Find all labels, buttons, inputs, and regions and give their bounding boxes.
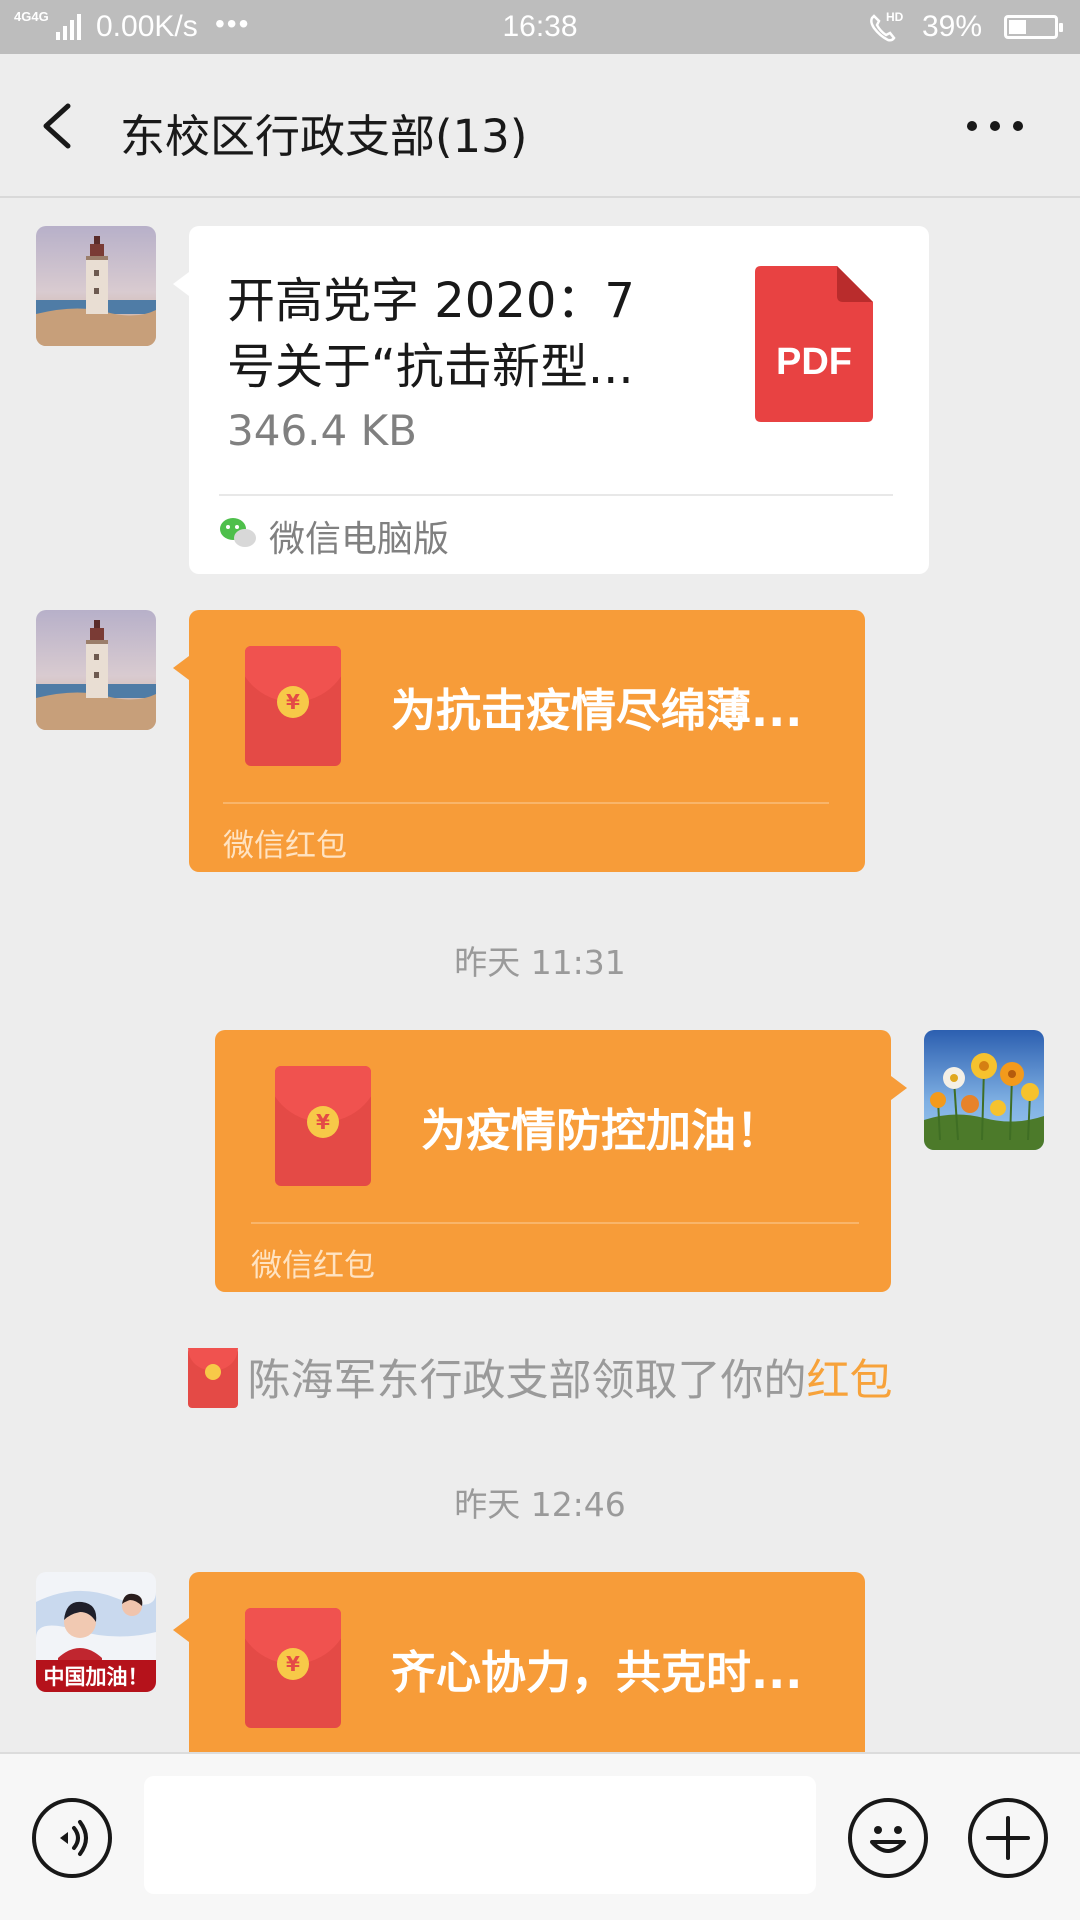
pdf-icon: PDF [755, 266, 873, 422]
svg-text:PDF: PDF [776, 341, 852, 383]
red-packet-icon: ¥ [275, 1066, 371, 1186]
hd-call-icon: HD [870, 10, 904, 42]
lighthouse-avatar-image [36, 226, 156, 346]
flowers-avatar-image [924, 1030, 1044, 1150]
chat-title: 东校区行政支部(13) [120, 110, 528, 163]
red-packet-icon: ¥ [245, 1608, 341, 1728]
notification-dots: ••• [215, 8, 251, 39]
file-size: 346.4 KB [227, 406, 417, 455]
input-bar [0, 1752, 1080, 1920]
file-source: 微信电脑版 [269, 519, 450, 560]
sender-avatar[interactable]: 中国加油！ [36, 1572, 156, 1692]
file-name: 开高党字 2020：7 号关于“抗击新型... [227, 273, 635, 395]
file-message-bubble[interactable]: 开高党字 2020：7 号关于“抗击新型... 346.4 KB PDF 微信电… [173, 226, 929, 574]
red-packet-label: 微信红包 [223, 828, 347, 864]
red-packet-bubble[interactable]: ¥ 为疫情防控加油！ 微信红包 [215, 1030, 907, 1292]
more-button[interactable] [960, 106, 1030, 146]
red-packet-link[interactable]: 红包 [807, 1356, 893, 1406]
chat-header: 东校区行政支部(13) [0, 54, 1080, 198]
red-packet-icon [187, 1347, 238, 1408]
battery-fill [1009, 20, 1026, 34]
red-packet-title: 为疫情防控加油！ [421, 1104, 782, 1157]
sender-avatar[interactable] [36, 226, 156, 346]
emoji-icon [870, 1826, 906, 1853]
red-packet-title: 为抗击疫情尽绵薄... [391, 684, 803, 737]
network-speed: 0.00K/s [96, 10, 198, 43]
status-bar: 4G4G 0.00K/s ••• 16:38 HD 39% [0, 0, 1080, 54]
system-message: 陈海军东行政支部领取了你的红包 [0, 1346, 1080, 1414]
signal-icon [56, 14, 81, 40]
red-packet-bubble[interactable]: ¥ 为抗击疫情尽绵薄... 微信红包 [173, 610, 865, 872]
china-jiayou-avatar-image: 中国加油！ [36, 1572, 156, 1692]
more-functions-button[interactable] [968, 1798, 1048, 1878]
svg-text:HD: HD [886, 10, 904, 24]
battery-percent: 39% [922, 10, 983, 43]
lighthouse-avatar-image [36, 610, 156, 730]
timestamp: 昨天 11:31 [454, 943, 626, 982]
emoji-button[interactable] [848, 1798, 928, 1878]
voice-icon [60, 1820, 88, 1856]
my-avatar[interactable] [924, 1030, 1044, 1150]
system-message-text: 陈海军东行政支部领取了你的 [247, 1356, 807, 1406]
battery-icon [1004, 15, 1063, 39]
more-dots-icon [967, 121, 1023, 131]
red-packet-icon: ¥ [245, 646, 341, 766]
divider [219, 494, 893, 496]
plus-icon [986, 1816, 1030, 1860]
message-input[interactable] [144, 1776, 816, 1894]
network-type: 4G4G [14, 9, 49, 24]
svg-text:中国加油！: 中国加油！ [44, 1665, 149, 1689]
voice-button[interactable] [32, 1798, 112, 1878]
divider [251, 1222, 859, 1224]
timestamp: 昨天 12:46 [454, 1485, 626, 1524]
red-packet-title: 齐心协力，共克时... [391, 1646, 803, 1699]
red-packet-label: 微信红包 [251, 1248, 375, 1284]
divider [223, 802, 829, 804]
sender-avatar[interactable] [36, 610, 156, 730]
wechat-icon [220, 518, 256, 547]
back-button[interactable] [30, 94, 90, 158]
chevron-left-icon [43, 103, 71, 149]
red-packet-bubble[interactable]: ¥ 齐心协力，共克时... [173, 1572, 865, 1772]
